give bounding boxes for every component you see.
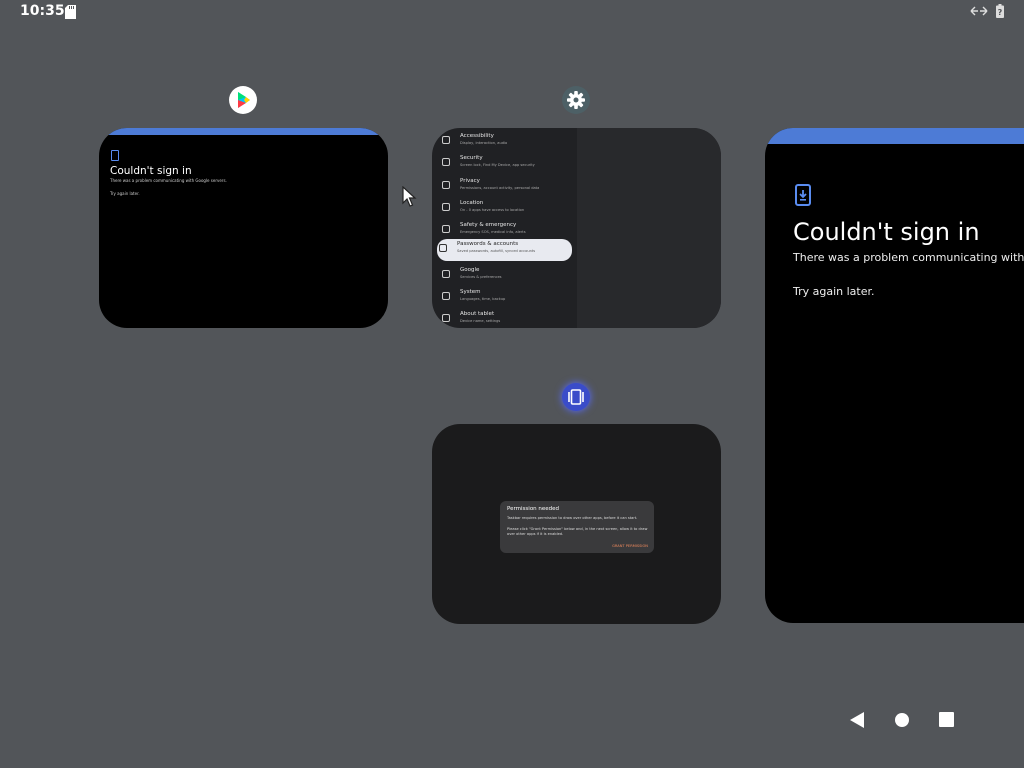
settings-item-title: Google xyxy=(460,267,480,273)
device-download-icon xyxy=(795,184,811,206)
mouse-cursor-icon xyxy=(402,186,417,207)
dialog-title: Permission needed xyxy=(507,506,560,512)
back-triangle-icon[interactable] xyxy=(848,711,866,729)
settings-item-title: Privacy xyxy=(460,178,480,184)
foldable-device-icon[interactable] xyxy=(562,383,590,411)
recent-app-card-play-store-large[interactable]: Couldn't sign in There was a problem com… xyxy=(765,128,1024,623)
sd-card-icon xyxy=(65,5,76,19)
home-circle-icon[interactable] xyxy=(894,711,912,729)
settings-item-passwords-accounts[interactable]: Passwords & accounts Saved passwords, au… xyxy=(437,239,572,261)
gear-icon[interactable] xyxy=(562,86,590,114)
retry-text: Try again later. xyxy=(793,285,875,298)
settings-item-subtitle: Languages, time, backup xyxy=(460,297,506,301)
recent-app-card-settings[interactable]: Accessibility Display, interaction, audi… xyxy=(432,128,721,328)
error-message: There was a problem communicating with G… xyxy=(793,251,1024,264)
status-time: 10:35 xyxy=(20,3,65,19)
settings-item-subtitle: Screen lock, Find My Device, app securit… xyxy=(460,163,535,167)
error-title: Couldn't sign in xyxy=(793,218,980,246)
settings-item-about-tablet[interactable]: About tablet Device name, settings xyxy=(440,309,570,328)
settings-item-privacy[interactable]: Privacy Permissions, account activity, p… xyxy=(440,176,570,196)
settings-item-title: About tablet xyxy=(460,311,495,317)
retry-text: Try again later. xyxy=(110,191,140,196)
settings-detail-pane xyxy=(577,128,721,328)
battery-unknown-icon: ? xyxy=(996,4,1004,18)
settings-item-title: Safety & emergency xyxy=(460,222,517,228)
settings-item-title: System xyxy=(460,289,481,295)
settings-item-location[interactable]: Location On - 0 apps have access to loca… xyxy=(440,198,570,218)
settings-item-google[interactable]: Google Services & preferences xyxy=(440,265,570,285)
settings-item-subtitle: Emergency SOS, medical info, alerts xyxy=(460,230,526,234)
error-title: Couldn't sign in xyxy=(110,165,192,177)
google-play-icon[interactable] xyxy=(229,86,257,114)
app-bar xyxy=(99,128,388,135)
settings-item-safety[interactable]: Safety & emergency Emergency SOS, medica… xyxy=(440,220,570,240)
eye-icon xyxy=(442,181,450,189)
swap-horizontal-icon xyxy=(970,6,988,16)
settings-item-system[interactable]: System Languages, time, backup xyxy=(440,287,570,307)
settings-item-subtitle: Device name, settings xyxy=(460,319,501,323)
settings-item-title: Location xyxy=(460,200,484,206)
recents-square-icon[interactable] xyxy=(938,711,956,729)
settings-item-title: Accessibility xyxy=(460,133,494,139)
grant-permission-button[interactable]: GRANT PERMISSION xyxy=(612,544,648,548)
svg-text:?: ? xyxy=(998,8,1003,17)
lock-icon xyxy=(442,158,450,166)
accessibility-icon xyxy=(442,136,450,144)
permission-dialog: Permission needed Taskbar requires permi… xyxy=(500,501,654,553)
device-icon xyxy=(111,150,119,161)
app-bar xyxy=(765,128,1024,144)
google-g-icon xyxy=(442,270,450,278)
settings-item-subtitle: On - 0 apps have access to location xyxy=(460,208,525,212)
dialog-text: Taskbar requires permission to draw over… xyxy=(507,516,638,520)
settings-item-security[interactable]: Security Screen lock, Find My Device, ap… xyxy=(440,153,570,173)
settings-item-subtitle: Display, interaction, audio xyxy=(460,141,508,145)
recent-app-card-taskbar[interactable]: Permission needed Taskbar requires permi… xyxy=(432,424,721,624)
tablet-icon xyxy=(442,314,450,322)
settings-item-title: Security xyxy=(460,155,483,161)
account-box-icon xyxy=(439,244,447,252)
settings-item-subtitle: Saved passwords, autofill, synced accoun… xyxy=(457,249,536,253)
settings-item-title: Passwords & accounts xyxy=(457,241,519,247)
info-icon xyxy=(442,292,450,300)
settings-item-subtitle: Permissions, account activity, personal … xyxy=(460,186,540,190)
location-pin-icon xyxy=(442,203,450,211)
settings-item-accessibility[interactable]: Accessibility Display, interaction, audi… xyxy=(440,131,570,151)
recent-app-card-play-store[interactable]: Couldn't sign in There was a problem com… xyxy=(99,128,388,328)
error-message: There was a problem communicating with G… xyxy=(110,178,227,183)
status-icons: ? xyxy=(970,4,1004,18)
settings-item-subtitle: Services & preferences xyxy=(460,275,502,279)
asterisk-icon xyxy=(442,225,450,233)
dialog-text-secondary: Please click "Grant Permission" below an… xyxy=(507,527,648,536)
